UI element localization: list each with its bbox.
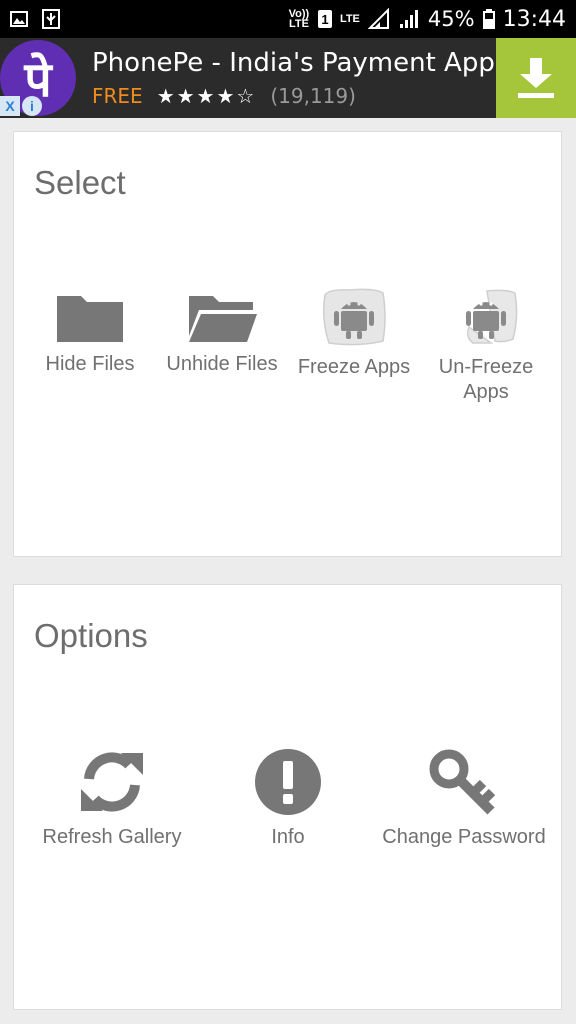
unhide-files-button[interactable]: Unhide Files [156, 290, 288, 377]
ad-price: FREE [92, 84, 143, 108]
refresh-gallery-button[interactable]: Refresh Gallery [32, 747, 192, 850]
refresh-gallery-label: Refresh Gallery [42, 826, 182, 848]
rating-stars: ★★★★☆ [156, 84, 257, 108]
change-password-button[interactable]: Change Password [378, 747, 550, 850]
volte-indicator: Vo)) LTE [288, 8, 310, 30]
signal-icon-2 [399, 10, 418, 28]
refresh-icon [81, 752, 143, 812]
folder-open-icon [189, 296, 257, 342]
usb-icon [42, 9, 60, 29]
ad-meta: FREE ★★★★☆ (19,119) [92, 84, 356, 108]
status-bar: Vo)) LTE 1 LTE 45% 13:44 [0, 0, 576, 38]
freeze-apps-button[interactable]: Freeze Apps [288, 287, 420, 380]
hide-files-label: Hide Files [45, 353, 135, 375]
unhide-files-label: Unhide Files [166, 353, 278, 375]
download-icon [518, 58, 554, 98]
info-exclamation-icon [255, 749, 321, 815]
freeze-apps-label: Freeze Apps [297, 356, 411, 378]
options-card: Options Refresh Gallery Info Change Pass… [13, 584, 562, 1010]
download-button[interactable] [496, 38, 576, 118]
unfrozen-android-icon [466, 289, 518, 344]
folder-closed-icon [57, 296, 123, 342]
key-icon [429, 749, 496, 815]
frozen-android-icon [322, 288, 386, 346]
unfreeze-apps-label: Un-Freeze Apps [438, 356, 534, 403]
sim-indicator: 1 [317, 10, 332, 28]
ad-banner[interactable]: पे X i PhonePe - India's Payment App FRE… [0, 38, 576, 118]
select-card: Select Hide Files Unhide Files Freeze Ap… [13, 131, 562, 557]
clock: 13:44 [502, 6, 566, 32]
gallery-notification-icon [10, 11, 28, 27]
close-ad-icon[interactable]: X [0, 96, 20, 116]
ad-title[interactable]: PhonePe - India's Payment App [92, 48, 495, 78]
options-title: Options [34, 617, 148, 654]
signal-icon [367, 8, 389, 29]
change-password-label: Change Password [382, 826, 546, 848]
info-label: Info [271, 826, 305, 848]
lte-indicator: LTE [339, 13, 360, 25]
unfreeze-apps-button[interactable]: Un-Freeze Apps [420, 287, 552, 405]
info-button[interactable]: Info [222, 747, 354, 850]
ad-choices[interactable]: X i [0, 96, 42, 116]
select-title: Select [34, 164, 126, 201]
battery-icon [482, 9, 495, 29]
ad-info-icon[interactable]: i [22, 96, 42, 116]
hide-files-button[interactable]: Hide Files [24, 290, 156, 377]
battery-percent: 45% [427, 7, 475, 31]
rating-count: (19,119) [270, 84, 356, 108]
